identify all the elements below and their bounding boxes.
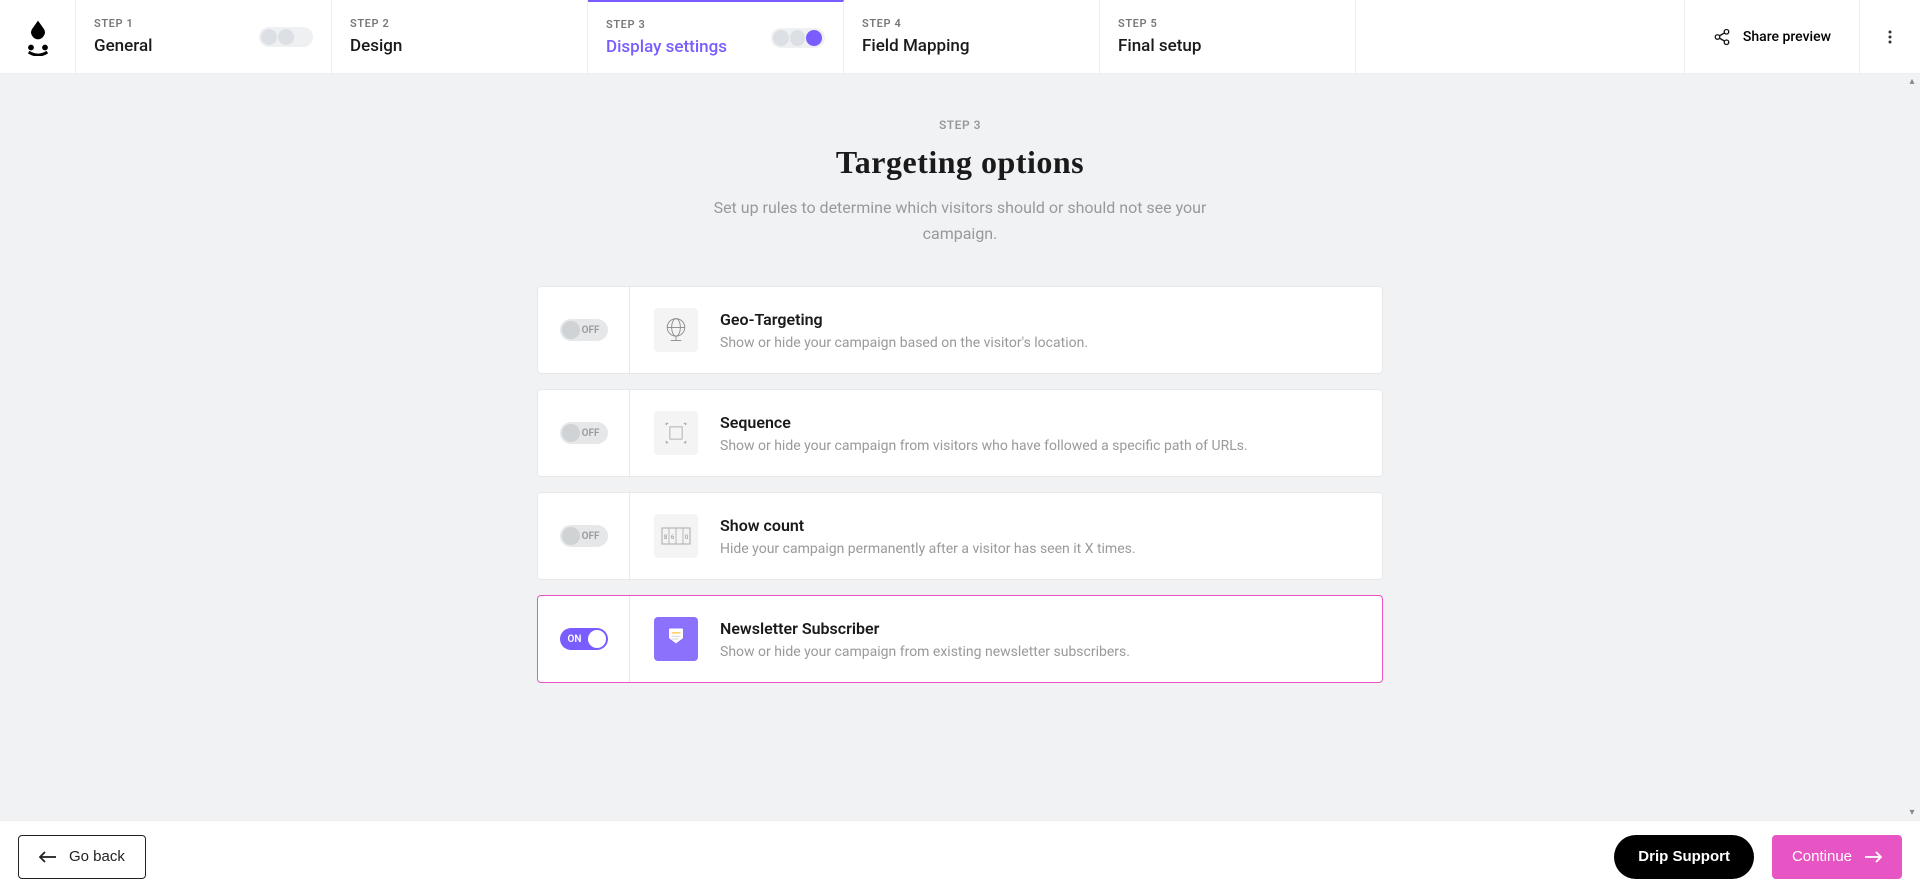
svg-text:8: 8 [664,534,668,541]
card-geo-targeting[interactable]: OFF Geo-Targeting [537,286,1383,374]
card-desc: Show or hide your campaign based on the … [720,335,1088,351]
brand-logo[interactable] [0,0,76,73]
share-preview-button[interactable]: Share preview [1684,0,1860,73]
main-content: STEP 3 Targeting options Set up rules to… [0,74,1920,820]
globe-icon [654,308,698,352]
step-tab-design[interactable]: STEP 2 Design [332,0,588,73]
header-steps: STEP 1 General STEP 2 Design STEP 3 Disp… [0,0,1920,74]
step-label: STEP 5 [1118,17,1337,30]
page-step-label: STEP 3 [0,118,1920,132]
step-tab-final-setup[interactable]: STEP 5 Final setup [1100,0,1356,73]
card-desc: Show or hide your campaign from existing… [720,644,1130,660]
card-newsletter-subscriber[interactable]: ON [537,595,1383,683]
drip-support-button[interactable]: Drip Support [1614,835,1754,879]
scroll-up-arrow[interactable]: ▴ [1909,76,1914,87]
page-subtitle: Set up rules to determine which visitors… [700,195,1220,246]
arrow-left-icon [39,851,57,863]
step-name: Display settings [606,37,727,57]
step-label: STEP 4 [862,17,1081,30]
continue-button[interactable]: Continue [1772,835,1902,879]
svg-text:0: 0 [685,534,689,541]
card-title: Geo-Targeting [720,310,1088,329]
continue-label: Continue [1792,848,1852,865]
step-progress-indicator [259,27,313,47]
card-desc: Hide your campaign permanently after a v… [720,541,1136,557]
more-menu-button[interactable] [1860,0,1920,73]
toggle-label-off: OFF [582,531,600,542]
counter-icon: 8 6 0 [654,514,698,558]
svg-text:6: 6 [671,534,675,541]
go-back-label: Go back [69,848,125,865]
step-name: Design [350,36,569,56]
step-label: STEP 1 [94,17,152,30]
toggle-label-off: OFF [582,428,600,439]
arrow-right-icon [1864,851,1882,863]
sequence-icon [654,411,698,455]
card-desc: Show or hide your campaign from visitors… [720,438,1248,454]
toggle-geo-targeting[interactable]: OFF [560,319,608,341]
step-name: Final setup [1118,36,1337,56]
step-name: Field Mapping [862,36,1081,56]
toggle-show-count[interactable]: OFF [560,525,608,547]
scroll-down-arrow[interactable]: ▾ [1909,807,1914,818]
kebab-icon [1882,29,1898,45]
card-sequence[interactable]: OFF Sequence Show or hide your campaign … [537,389,1383,477]
card-title: Sequence [720,413,1248,432]
card-show-count[interactable]: OFF 8 6 0 [537,492,1383,580]
card-title: Newsletter Subscriber [720,619,1130,638]
step-name: General [94,36,152,56]
step-label: STEP 2 [350,17,569,30]
step-progress-indicator [771,28,825,48]
newsletter-icon [654,617,698,661]
step-tab-general[interactable]: STEP 1 General [76,0,332,73]
support-label: Drip Support [1638,848,1730,865]
toggle-newsletter-subscriber[interactable]: ON [560,628,608,650]
footer-bar: Go back Drip Support Continue [0,820,1920,892]
toggle-label-on: ON [568,634,582,645]
step-tab-display-settings[interactable]: STEP 3 Display settings [588,0,844,73]
go-back-button[interactable]: Go back [18,835,146,879]
page-title: Targeting options [0,144,1920,181]
scrollbar[interactable]: ▴ ▾ [1904,74,1920,820]
share-preview-label: Share preview [1743,29,1831,45]
step-label: STEP 3 [606,18,727,31]
card-title: Show count [720,516,1136,535]
step-tab-field-mapping[interactable]: STEP 4 Field Mapping [844,0,1100,73]
toggle-label-off: OFF [582,325,600,336]
toggle-sequence[interactable]: OFF [560,422,608,444]
drip-logo-icon [24,18,52,56]
share-icon [1713,28,1731,46]
